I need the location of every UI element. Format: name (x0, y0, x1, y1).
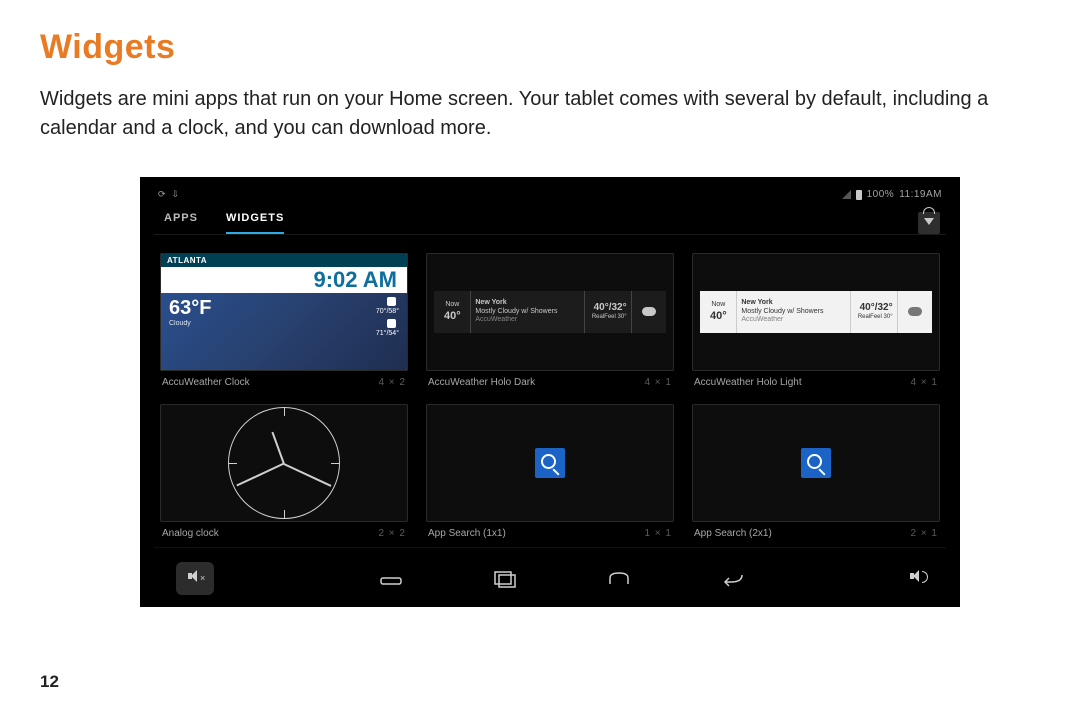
play-store-icon[interactable] (918, 212, 940, 234)
accu-row1: 70°/58° (376, 307, 399, 317)
widget-app-search-2x1[interactable]: App Search (2x1) 2 × 1 (692, 404, 940, 539)
status-time: 11:19AM (899, 189, 942, 200)
battery-icon (856, 190, 862, 200)
holo-dark-preview: Now40° New YorkMostly Cloudy w/ ShowersA… (434, 291, 665, 333)
widget-label: App Search (2x1) (694, 528, 772, 539)
widget-dim: 2 × 2 (378, 528, 406, 539)
widget-label: App Search (1x1) (428, 528, 506, 539)
page-title: Widgets (40, 28, 1040, 67)
widget-dim: 4 × 1 (910, 377, 938, 388)
action-bar: APPS WIDGETS (154, 206, 946, 235)
status-bar: ⟳ ⇩ 100% 11:19AM (154, 189, 946, 206)
widget-accuweather-clock[interactable]: ATLANTA 9:02 AM 63°F Cloudy 70°/58° 71°/… (160, 253, 408, 388)
signal-icon (842, 190, 851, 199)
speaker-mute-icon: × (188, 569, 202, 583)
nav-recent-button[interactable] (493, 570, 517, 588)
accu-time: 9:02 AM (161, 267, 407, 293)
widget-accuweather-holo-dark[interactable]: Now40° New YorkMostly Cloudy w/ ShowersA… (426, 253, 674, 388)
widget-dim: 4 × 1 (644, 377, 672, 388)
widget-dim: 1 × 1 (644, 528, 672, 539)
nav-bar: × (154, 547, 946, 607)
widget-dim: 2 × 1 (910, 528, 938, 539)
intro-text: Widgets are mini apps that run on your H… (40, 85, 1040, 143)
status-download-icon: ⇩ (172, 189, 180, 200)
accu-temp: 63°F (169, 297, 211, 320)
battery-level: 100% (867, 189, 895, 200)
holo-light-preview: Now40° New YorkMostly Cloudy w/ ShowersA… (700, 291, 931, 333)
tab-widgets[interactable]: WIDGETS (226, 212, 284, 235)
accuweather-clock-preview: ATLANTA 9:02 AM 63°F Cloudy 70°/58° 71°/… (161, 254, 407, 370)
cloud-icon (908, 307, 922, 316)
volume-down-button[interactable]: × (176, 562, 214, 595)
cloud-icon (642, 307, 656, 316)
accu-row2: 71°/54° (376, 329, 399, 339)
widget-app-search-1x1[interactable]: App Search (1x1) 1 × 1 (426, 404, 674, 539)
volume-up-button[interactable] (910, 569, 924, 588)
widget-label: AccuWeather Holo Dark (428, 377, 535, 388)
page-number: 12 (40, 672, 59, 692)
widget-label: Analog clock (162, 528, 219, 539)
accu-cond: Cloudy (169, 320, 211, 327)
widget-grid: ATLANTA 9:02 AM 63°F Cloudy 70°/58° 71°/… (154, 235, 946, 547)
analog-clock-preview (228, 407, 340, 519)
widget-dim: 4 × 2 (378, 377, 406, 388)
search-icon (535, 448, 565, 478)
widget-label: AccuWeather Holo Light (694, 377, 802, 388)
widget-label: AccuWeather Clock (162, 377, 250, 388)
device-screenshot: ⟳ ⇩ 100% 11:19AM APPS WIDGETS (140, 177, 960, 607)
accu-city: ATLANTA (161, 254, 407, 267)
search-icon (801, 448, 831, 478)
nav-menu-button[interactable] (379, 570, 403, 588)
widget-accuweather-holo-light[interactable]: Now40° New YorkMostly Cloudy w/ ShowersA… (692, 253, 940, 388)
nav-back-button[interactable] (721, 570, 745, 588)
status-sync-icon: ⟳ (158, 189, 166, 200)
tab-apps[interactable]: APPS (164, 212, 198, 235)
widget-analog-clock[interactable]: Analog clock 2 × 2 (160, 404, 408, 539)
nav-home-button[interactable] (607, 570, 631, 588)
speaker-icon (910, 569, 924, 583)
